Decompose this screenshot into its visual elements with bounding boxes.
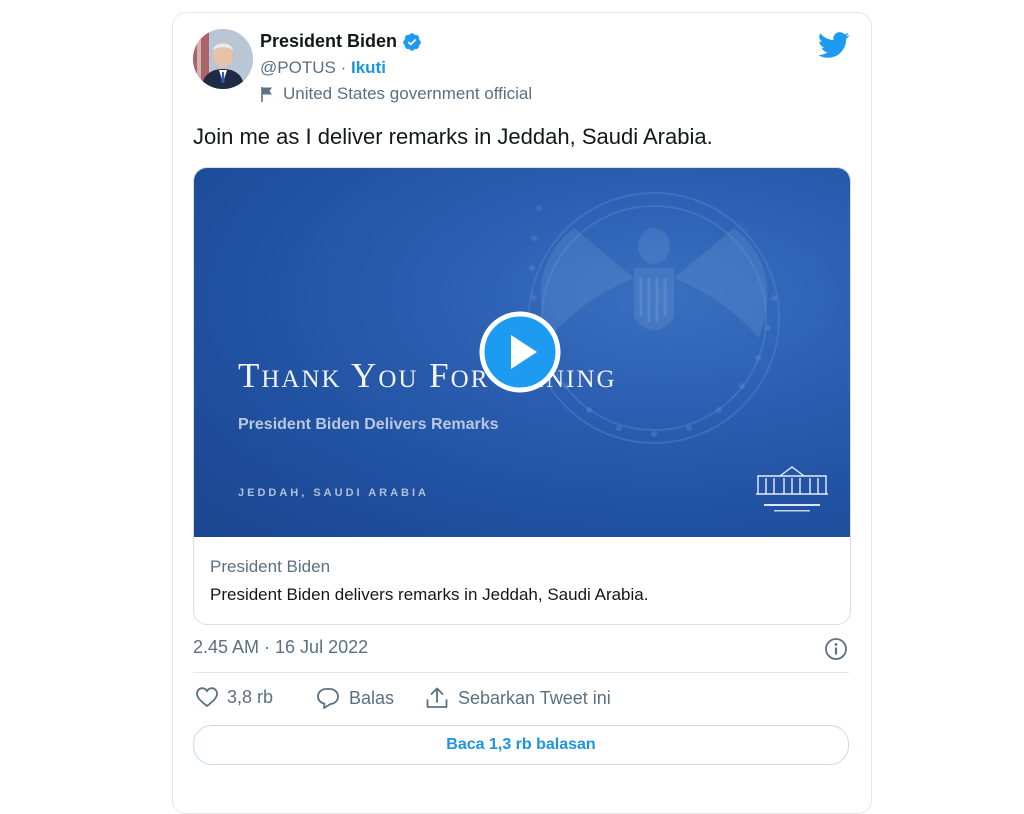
handle-separator: · bbox=[340, 58, 347, 77]
info-icon[interactable] bbox=[824, 637, 848, 666]
flag-icon bbox=[261, 86, 272, 102]
author-handle-row: @POTUS · Ikuti bbox=[260, 58, 386, 78]
reply-bubble-icon bbox=[317, 688, 339, 709]
follow-link[interactable]: Ikuti bbox=[351, 58, 386, 77]
author-name-text[interactable]: President Biden bbox=[260, 31, 397, 52]
share-label: Sebarkan Tweet ini bbox=[458, 687, 611, 708]
card-description: President Biden delivers remarks in Jedd… bbox=[210, 585, 649, 604]
actions-divider bbox=[193, 672, 849, 673]
like-button[interactable]: 3,8 rb bbox=[195, 686, 273, 708]
author-avatar[interactable] bbox=[193, 29, 253, 89]
like-count: 3,8 rb bbox=[227, 686, 274, 707]
read-replies-button[interactable]: Baca 1,3 rb balasan bbox=[193, 725, 849, 765]
account-label-text: United States government official bbox=[283, 84, 533, 103]
tweet-timestamp[interactable]: 2.45 AM · 16 Jul 2022 bbox=[193, 637, 368, 658]
video-card[interactable]: Thank You For Joining President Biden De… bbox=[193, 167, 851, 625]
tweet-text: Join me as I deliver remarks in Jeddah, … bbox=[193, 124, 713, 149]
play-icon[interactable] bbox=[479, 311, 561, 393]
author-name[interactable]: President Biden bbox=[260, 31, 422, 52]
heart-icon bbox=[196, 687, 218, 708]
share-button[interactable]: Sebarkan Tweet ini bbox=[424, 686, 611, 710]
card-source: President Biden bbox=[210, 557, 331, 576]
white-house-logo bbox=[756, 466, 828, 512]
account-label: United States government official bbox=[260, 84, 532, 104]
twitter-bird-icon[interactable] bbox=[818, 32, 850, 64]
author-handle[interactable]: @POTUS bbox=[260, 58, 336, 77]
reply-button[interactable]: Balas bbox=[315, 686, 394, 710]
slide-location: JEDDAH, SAUDI ARABIA bbox=[238, 487, 429, 499]
slide-subtitle: President Biden Delivers Remarks bbox=[238, 416, 499, 433]
verified-badge-icon bbox=[403, 32, 421, 51]
person-avatar-icon bbox=[193, 29, 253, 89]
share-icon bbox=[426, 687, 448, 708]
video-thumbnail[interactable]: Thank You For Joining President Biden De… bbox=[194, 168, 850, 537]
reply-label: Balas bbox=[349, 687, 395, 708]
